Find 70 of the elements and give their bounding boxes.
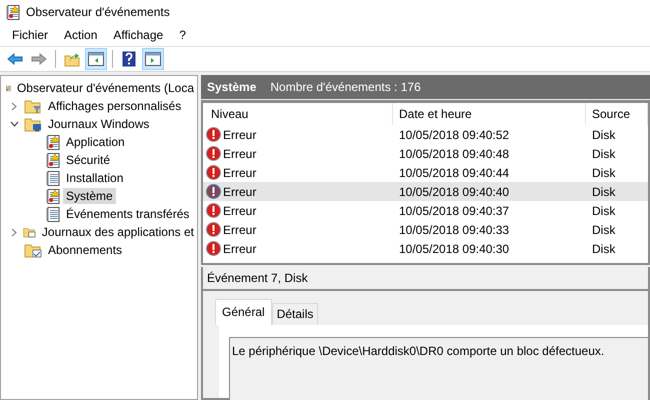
tree-item[interactable]: Système	[63, 188, 116, 204]
table-cell: Disk	[592, 146, 616, 160]
log-icon	[46, 170, 60, 186]
table-cell: 10/05/2018 09:40:30	[399, 242, 510, 256]
table-cell: Erreur	[223, 128, 256, 142]
table-cell: Erreur	[223, 204, 256, 218]
table-cell: Erreur	[223, 242, 256, 256]
menu-item[interactable]: ?	[171, 26, 194, 44]
folder-computer-icon	[24, 116, 42, 132]
table-cell: 10/05/2018 09:40:33	[399, 222, 510, 236]
event-count: Nombre d'événements : 176	[270, 80, 421, 94]
tab[interactable]: Général	[215, 299, 272, 325]
table-cell: Erreur	[223, 222, 256, 236]
error-icon	[206, 146, 221, 161]
detail-title: Événement 7, Disk	[207, 271, 308, 285]
table-cell: Disk	[592, 204, 616, 218]
tree-item[interactable]: Journaux Windows	[45, 116, 152, 132]
table-cell: Erreur	[223, 166, 256, 180]
menu-item[interactable]: Affichage	[105, 26, 172, 44]
back-arrow-icon	[7, 53, 23, 65]
event-message: Le périphérique \Device\Harddisk0\DR0 comporte un bloc défectueux.	[229, 337, 648, 400]
log-warning-icon	[6, 4, 20, 20]
disabled-tool-icon	[31, 53, 47, 65]
folder-filter-icon	[24, 98, 42, 114]
expand-chevron-icon[interactable]	[11, 102, 17, 110]
toolbar-button[interactable]	[85, 48, 107, 70]
error-icon	[206, 241, 221, 256]
error-icon	[206, 127, 221, 142]
tree-item[interactable]: Application	[63, 134, 128, 150]
folder-calendar-icon	[24, 242, 42, 258]
tab[interactable]: Détails	[272, 303, 318, 325]
tree-item[interactable]: Journaux des applications et	[38, 224, 197, 240]
log-warning-icon	[46, 134, 60, 150]
toolbar-button[interactable]	[142, 48, 164, 70]
table-cell: Disk	[592, 128, 616, 142]
table-cell: 10/05/2018 09:40:52	[399, 128, 510, 142]
pane-toggle-icon	[145, 52, 161, 66]
tree-item[interactable]: Événements transférés	[63, 206, 192, 222]
collapse-chevron-icon[interactable]	[10, 121, 18, 127]
tree-item[interactable]: Affichages personnalisés	[45, 98, 184, 114]
error-icon	[206, 203, 221, 218]
menu-item[interactable]: Action	[56, 26, 106, 44]
table-cell: 10/05/2018 09:40:48	[399, 146, 510, 160]
tree-item[interactable]: Observateur d'événements (Loca	[14, 80, 197, 96]
log-warning-icon	[46, 188, 60, 204]
tree-item[interactable]: Sécurité	[63, 152, 114, 168]
error-icon	[206, 184, 221, 199]
log-warning-icon	[46, 152, 60, 168]
pane-toggle-icon	[88, 52, 104, 66]
table-cell: 10/05/2018 09:40:40	[399, 184, 510, 198]
tree-item[interactable]: Installation	[63, 170, 126, 186]
error-icon	[206, 165, 221, 180]
help-icon	[122, 51, 136, 67]
folder-up-icon	[64, 51, 80, 67]
tree-item[interactable]: Abonnements	[45, 242, 126, 258]
table-cell: Erreur	[223, 184, 256, 198]
table-cell: Disk	[592, 184, 616, 198]
log-icon	[46, 206, 60, 222]
error-icon	[206, 222, 221, 237]
event-row[interactable]: Erreur 10/05/2018 09:40:40 Disk	[203, 182, 648, 201]
table-cell: 10/05/2018 09:40:44	[399, 166, 510, 180]
expand-chevron-icon[interactable]	[11, 228, 17, 236]
table-cell: Erreur	[223, 146, 256, 160]
menu-item[interactable]: Fichier	[4, 26, 56, 44]
table-cell: Disk	[592, 166, 616, 180]
table-cell: Disk	[592, 242, 616, 256]
table-cell: Disk	[592, 222, 616, 236]
window-title: Observateur d'événements	[26, 5, 170, 19]
log-title: Système	[207, 80, 256, 94]
table-cell: 10/05/2018 09:40:37	[399, 204, 510, 218]
